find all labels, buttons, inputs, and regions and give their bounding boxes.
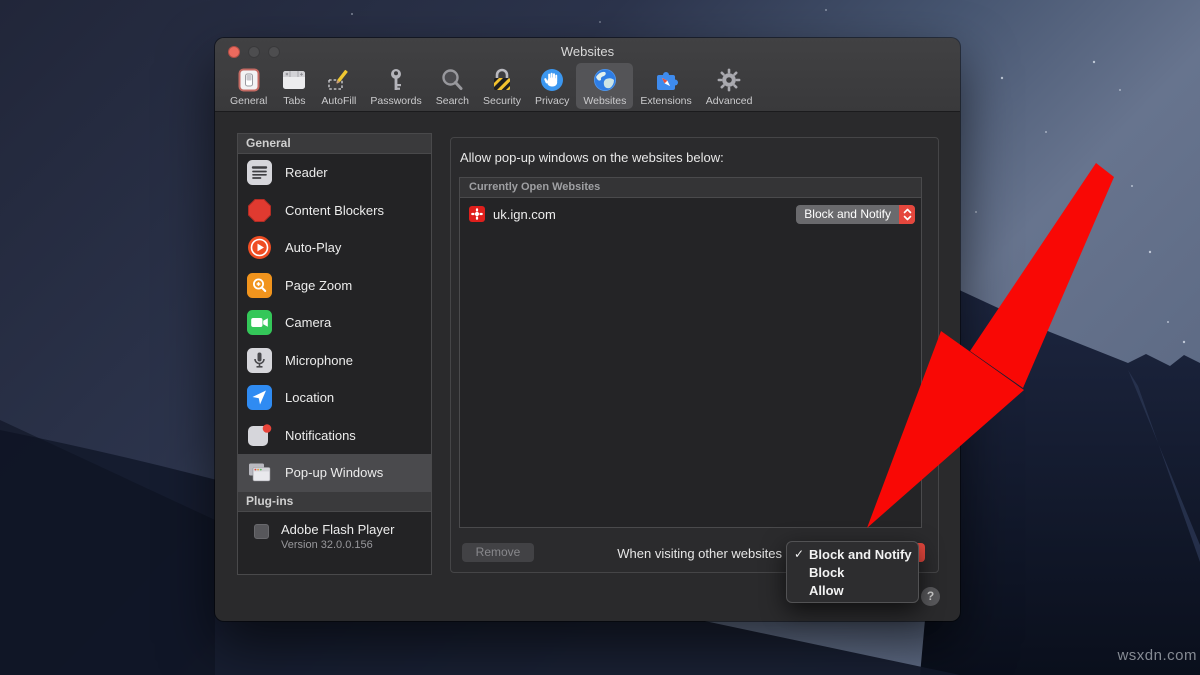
sidebar-item-label: Location xyxy=(285,390,334,405)
popup-settings-panel: Allow pop-up windows on the websites bel… xyxy=(450,137,939,573)
sidebar-item-reader[interactable]: Reader xyxy=(238,154,431,192)
site-policy-dropdown[interactable]: Block and Notify xyxy=(796,205,915,224)
sidebar-item-notifications[interactable]: Notifications xyxy=(238,417,431,455)
site-url: uk.ign.com xyxy=(493,207,796,222)
popup-windows-icon xyxy=(247,460,272,485)
websites-globe-icon xyxy=(592,66,618,94)
tab-label: Privacy xyxy=(535,95,569,107)
preferences-toolbar: General Tabs AutoFill xyxy=(223,61,960,109)
watermark: wsxdn.com xyxy=(1117,647,1197,664)
menu-item-block-and-notify[interactable]: ✓ Block and Notify xyxy=(787,545,918,563)
flash-checkbox[interactable] xyxy=(254,524,269,539)
checkmark-icon: ✓ xyxy=(794,547,809,561)
tab-search[interactable]: Search xyxy=(429,63,476,109)
panel-heading: Allow pop-up windows on the websites bel… xyxy=(460,150,724,165)
tab-label: Search xyxy=(436,95,469,107)
sidebar-item-camera[interactable]: Camera xyxy=(238,304,431,342)
tab-websites[interactable]: Websites xyxy=(576,63,633,109)
sidebar-item-label: Content Blockers xyxy=(285,203,384,218)
help-button[interactable]: ? xyxy=(921,587,940,606)
default-policy-label: When visiting other websites xyxy=(617,544,782,563)
content-blockers-icon xyxy=(247,198,272,223)
tab-security[interactable]: Security xyxy=(476,63,528,109)
tab-label: Websites xyxy=(583,95,626,107)
search-icon xyxy=(439,66,465,94)
tab-label: Extensions xyxy=(640,95,691,107)
tab-label: Passwords xyxy=(370,95,421,107)
passwords-key-icon xyxy=(383,66,409,94)
reader-icon xyxy=(247,160,272,185)
microphone-icon xyxy=(247,348,272,373)
tab-label: Tabs xyxy=(283,95,305,107)
tabs-icon xyxy=(281,66,307,94)
plugin-title: Adobe Flash Player xyxy=(281,522,394,537)
websites-table: Currently Open Websites uk.ign.com Block… xyxy=(459,177,922,528)
window-title: Websites xyxy=(215,44,960,59)
camera-icon xyxy=(247,310,272,335)
sidebar-item-label: Reader xyxy=(285,165,328,180)
menu-item-label: Block xyxy=(809,565,844,580)
sidebar-item-location[interactable]: Location xyxy=(238,379,431,417)
tab-tabs[interactable]: Tabs xyxy=(274,63,314,109)
tab-extensions[interactable]: Extensions xyxy=(633,63,698,109)
table-header: Currently Open Websites xyxy=(460,178,921,198)
notifications-icon xyxy=(247,423,272,448)
table-row[interactable]: uk.ign.com Block and Notify xyxy=(460,198,921,230)
auto-play-icon xyxy=(247,235,272,260)
privacy-hand-icon xyxy=(539,66,565,94)
sidebar-item-page-zoom[interactable]: Page Zoom xyxy=(238,267,431,305)
general-icon xyxy=(236,66,262,94)
page-zoom-icon xyxy=(247,273,272,298)
security-lock-icon xyxy=(489,66,515,94)
tab-label: Security xyxy=(483,95,521,107)
sidebar-item-label: Pop-up Windows xyxy=(285,465,383,480)
sidebar-item-label: Notifications xyxy=(285,428,356,443)
tab-privacy[interactable]: Privacy xyxy=(528,63,576,109)
ign-favicon xyxy=(469,206,485,222)
sidebar-item-label: Camera xyxy=(285,315,331,330)
sidebar-item-label: Microphone xyxy=(285,353,353,368)
sidebar-item-popup-windows[interactable]: Pop-up Windows xyxy=(238,454,431,492)
menu-item-block[interactable]: Block xyxy=(787,563,918,581)
tab-advanced[interactable]: Advanced xyxy=(699,63,760,109)
websites-sidebar: General Reader Content Blockers Auto-Pla… xyxy=(237,133,432,575)
sidebar-item-label: Page Zoom xyxy=(285,278,352,293)
sidebar-item-auto-play[interactable]: Auto-Play xyxy=(238,229,431,267)
policy-dropdown-menu: ✓ Block and Notify Block Allow xyxy=(786,541,919,603)
window-header: Websites General Tabs xyxy=(215,38,960,112)
stepper-chevrons-icon xyxy=(899,205,915,224)
tab-general[interactable]: General xyxy=(223,63,274,109)
tab-label: Advanced xyxy=(706,95,753,107)
extensions-puzzle-icon xyxy=(653,66,679,94)
site-policy-value: Block and Notify xyxy=(796,207,899,221)
location-icon xyxy=(247,385,272,410)
tab-autofill[interactable]: AutoFill xyxy=(314,63,363,109)
tab-label: AutoFill xyxy=(321,95,356,107)
sidebar-item-microphone[interactable]: Microphone xyxy=(238,342,431,380)
plugin-version: Version 32.0.0.156 xyxy=(281,539,394,551)
sidebar-section-general: General xyxy=(238,134,431,154)
remove-button[interactable]: Remove xyxy=(462,543,534,562)
safari-preferences-window: Websites General Tabs xyxy=(215,38,960,621)
menu-item-label: Block and Notify xyxy=(809,547,912,562)
desktop: wsxdn.com Websites General xyxy=(0,0,1200,675)
autofill-icon xyxy=(326,66,352,94)
menu-item-label: Allow xyxy=(809,583,844,598)
advanced-gear-icon xyxy=(716,66,742,94)
tab-label: General xyxy=(230,95,267,107)
tab-passwords[interactable]: Passwords xyxy=(363,63,428,109)
sidebar-item-content-blockers[interactable]: Content Blockers xyxy=(238,192,431,230)
sidebar-item-adobe-flash[interactable]: Adobe Flash Player Version 32.0.0.156 xyxy=(238,512,431,551)
sidebar-item-label: Auto-Play xyxy=(285,240,341,255)
sidebar-section-plugins: Plug-ins xyxy=(238,492,431,512)
plugin-texts: Adobe Flash Player Version 32.0.0.156 xyxy=(281,522,394,551)
menu-item-allow[interactable]: Allow xyxy=(787,581,918,599)
